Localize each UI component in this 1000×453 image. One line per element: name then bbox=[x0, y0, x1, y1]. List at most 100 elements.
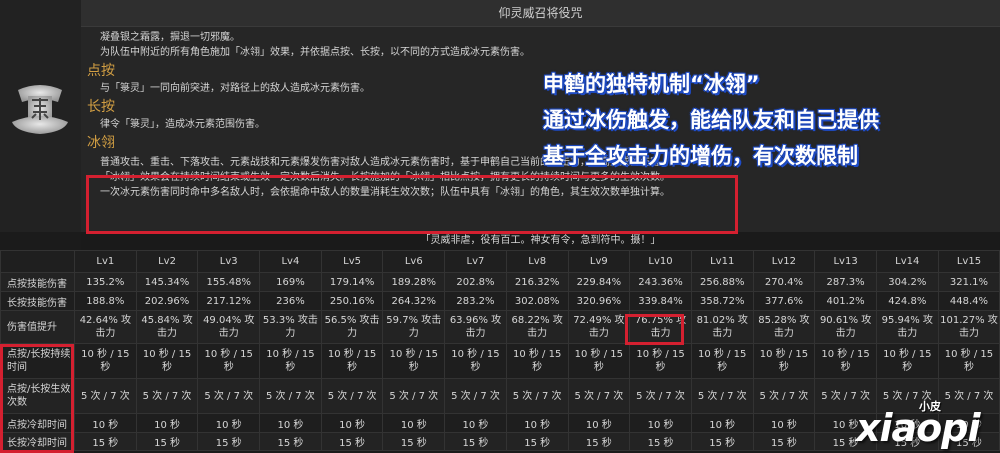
table-cell: 155.48% bbox=[197, 272, 261, 292]
table-cell: 5 次 / 7 次 bbox=[74, 378, 137, 414]
table-cell: 5 次 / 7 次 bbox=[259, 378, 322, 414]
table-cell: 10 秒 bbox=[505, 413, 569, 433]
table-cell: 10 秒 bbox=[197, 413, 261, 433]
highlight-box-row-labels bbox=[0, 344, 74, 453]
level-header: Lv1 bbox=[74, 250, 137, 273]
row-label: 长按技能伤害 bbox=[0, 291, 75, 311]
table-cell: 10 秒 / 15 秒 bbox=[937, 343, 1000, 379]
table-cell: 135.2% bbox=[74, 272, 137, 292]
table-cell: 72.49% 攻击力 bbox=[567, 310, 631, 344]
table-cell: 5 次 / 7 次 bbox=[382, 378, 446, 414]
table-cell: 217.12% bbox=[197, 291, 261, 311]
table-cell: 5 次 / 7 次 bbox=[629, 378, 692, 414]
table-cell: 59.7% 攻击力 bbox=[382, 310, 446, 344]
skill-quote: 「灵威非虐，役有百工。神女有令，急到符中。摄！」 bbox=[81, 232, 1000, 250]
table-cell: 95.94% 攻击力 bbox=[875, 310, 939, 344]
table-cell: 321.1% bbox=[937, 272, 1000, 292]
table-cell: 10 秒 bbox=[135, 413, 199, 433]
table-cell: 5 次 / 7 次 bbox=[320, 378, 384, 414]
table-row: 伤害值提升 42.64% 攻击力 45.84% 攻击力 49.04% 攻击力 53.3%… bbox=[0, 310, 1000, 344]
table-cell: 189.28% bbox=[382, 272, 446, 292]
table-cell: 15 秒 bbox=[444, 432, 507, 451]
highlight-box-lv10-bonus bbox=[625, 314, 684, 345]
table-cell: 10 秒 / 15 秒 bbox=[752, 343, 816, 379]
table-cell: 10 秒 / 15 秒 bbox=[567, 343, 631, 379]
table-cell: 10 秒 / 15 秒 bbox=[135, 343, 199, 379]
table-cell: 256.88% bbox=[690, 272, 754, 292]
level-header-row: Lv1 Lv2 Lv3 Lv4 Lv5 Lv6 Lv7 Lv8 Lv9 Lv10… bbox=[0, 250, 1000, 273]
level-header: Lv8 bbox=[505, 250, 569, 273]
table-cell: 236% bbox=[259, 291, 322, 311]
table-cell: 5 次 / 7 次 bbox=[444, 378, 507, 414]
level-header: Lv10 bbox=[629, 250, 692, 273]
row-label: 点按技能伤害 bbox=[0, 272, 75, 292]
table-cell: 10 秒 bbox=[382, 413, 446, 433]
table-cell: 10 秒 / 15 秒 bbox=[814, 343, 877, 379]
table-cell: 90.61% 攻击力 bbox=[814, 310, 877, 344]
table-cell: 5 次 / 7 次 bbox=[690, 378, 754, 414]
table-cell: 302.08% bbox=[505, 291, 569, 311]
annotation-line-2: 通过冰伤触发，能给队友和自己提供 bbox=[543, 108, 879, 132]
level-header: Lv14 bbox=[875, 250, 939, 273]
table-cell: 53.3% 攻击力 bbox=[259, 310, 322, 344]
table-cell: 283.2% bbox=[444, 291, 507, 311]
table-cell: 42.64% 攻击力 bbox=[74, 310, 137, 344]
header-corner bbox=[0, 250, 75, 273]
table-cell: 15 秒 bbox=[629, 432, 692, 451]
table-cell: 15 秒 bbox=[382, 432, 446, 451]
skill-stats-table: Lv1 Lv2 Lv3 Lv4 Lv5 Lv6 Lv7 Lv8 Lv9 Lv10… bbox=[0, 250, 1000, 451]
table-cell: 10 秒 / 15 秒 bbox=[875, 343, 939, 379]
level-header: Lv11 bbox=[690, 250, 754, 273]
table-cell: 45.84% 攻击力 bbox=[135, 310, 199, 344]
table-row: 点按技能伤害 135.2% 145.34% 155.48% 169% 179.14% 189… bbox=[0, 272, 1000, 292]
table-cell: 216.32% bbox=[505, 272, 569, 292]
table-cell: 10 秒 / 15 秒 bbox=[444, 343, 507, 379]
table-row: 点按冷却时间 10 秒 10 秒 10 秒 10 秒 10 秒 10 秒 10 秒 10 秒 10… bbox=[0, 413, 1000, 433]
table-cell: 15 秒 bbox=[320, 432, 384, 451]
table-cell: 10 秒 / 15 秒 bbox=[197, 343, 261, 379]
table-cell: 169% bbox=[259, 272, 322, 292]
table-cell: 10 秒 bbox=[320, 413, 384, 433]
table-row: 长按技能伤害 188.8% 202.96% 217.12% 236% 250.16% 264… bbox=[0, 291, 1000, 311]
table-cell: 202.8% bbox=[444, 272, 507, 292]
table-cell: 179.14% bbox=[320, 272, 384, 292]
table-cell: 10 秒 / 15 秒 bbox=[320, 343, 384, 379]
table-cell: 5 次 / 7 次 bbox=[567, 378, 631, 414]
table-cell: 5 次 / 7 次 bbox=[505, 378, 569, 414]
skill-title: 仰灵威召将役咒 bbox=[81, 0, 1000, 27]
table-cell: 10 秒 bbox=[567, 413, 631, 433]
level-header: Lv5 bbox=[320, 250, 384, 273]
table-cell: 49.04% 攻击力 bbox=[197, 310, 261, 344]
annotation-line-3: 基于全攻击力的增伤，有次数限制 bbox=[543, 144, 858, 168]
level-header: Lv13 bbox=[814, 250, 877, 273]
table-cell: 10 秒 / 15 秒 bbox=[505, 343, 569, 379]
table-cell: 188.8% bbox=[74, 291, 137, 311]
table-cell: 145.34% bbox=[135, 272, 199, 292]
table-cell: 85.28% 攻击力 bbox=[752, 310, 816, 344]
table-cell: 270.4% bbox=[752, 272, 816, 292]
table-cell: 15 秒 bbox=[567, 432, 631, 451]
table-cell: 10 秒 / 15 秒 bbox=[690, 343, 754, 379]
level-header: Lv12 bbox=[752, 250, 816, 273]
table-cell: 5 次 / 7 次 bbox=[197, 378, 261, 414]
table-cell: 10 秒 / 15 秒 bbox=[74, 343, 137, 379]
row-label: 伤害值提升 bbox=[0, 310, 75, 344]
highlight-box-ice-feather bbox=[86, 175, 738, 234]
table-cell: 243.36% bbox=[629, 272, 692, 292]
table-cell: 5 次 / 7 次 bbox=[752, 378, 816, 414]
skill-icon-rail bbox=[0, 0, 81, 232]
table-cell: 10 秒 bbox=[444, 413, 507, 433]
table-cell: 15 秒 bbox=[197, 432, 261, 451]
table-cell: 10 秒 / 15 秒 bbox=[259, 343, 322, 379]
table-cell: 202.96% bbox=[135, 291, 199, 311]
level-header: Lv6 bbox=[382, 250, 446, 273]
table-cell: 448.4% bbox=[937, 291, 1000, 311]
table-cell: 10 秒 bbox=[259, 413, 322, 433]
table-row: 点按/长按持续时间 10 秒 / 15 秒 10 秒 / 15 秒 10 秒 / 15… bbox=[0, 343, 1000, 379]
table-cell: 10 秒 bbox=[74, 413, 137, 433]
talisman-icon bbox=[12, 85, 68, 134]
level-header: Lv4 bbox=[259, 250, 322, 273]
watermark-big-text: xiaopi bbox=[856, 406, 981, 450]
table-cell: 377.6% bbox=[752, 291, 816, 311]
table-cell: 424.8% bbox=[875, 291, 939, 311]
